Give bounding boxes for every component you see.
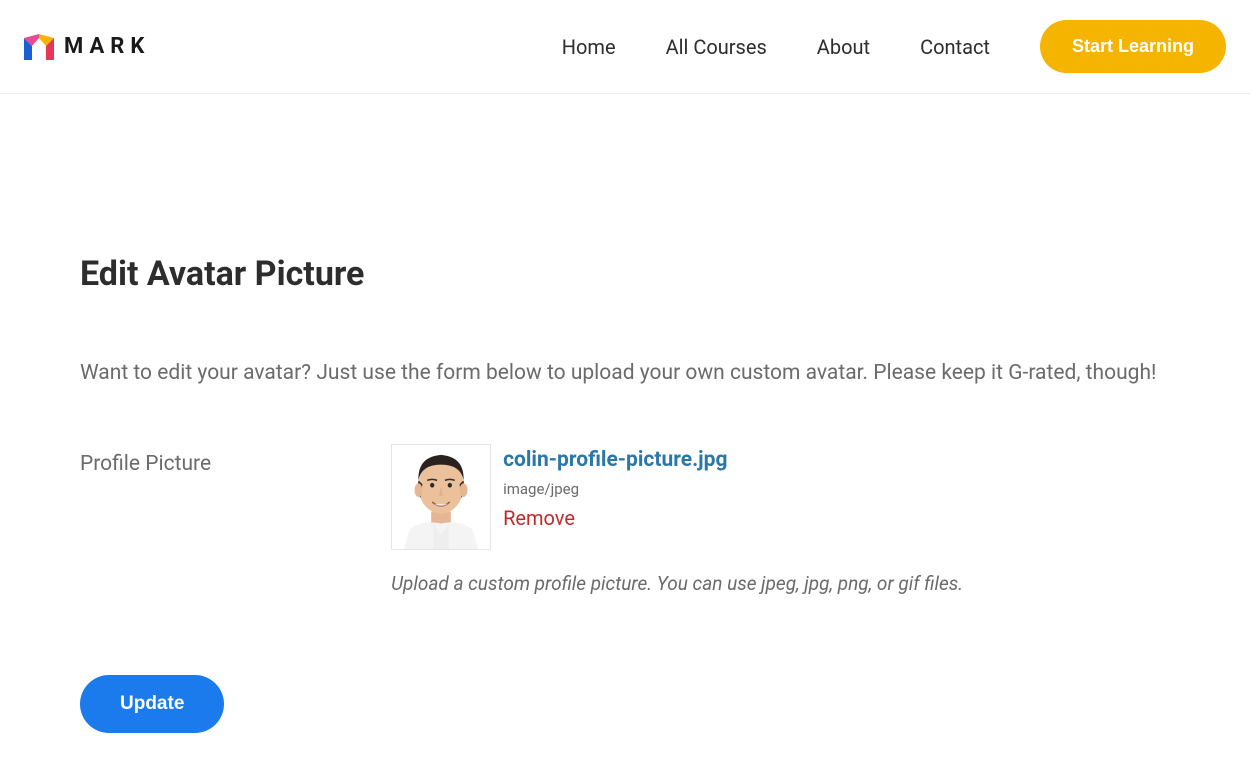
nav-about[interactable]: About — [817, 35, 870, 59]
profile-picture-label: Profile Picture — [80, 444, 211, 476]
file-mime-type: image/jpeg — [503, 480, 727, 498]
remove-file-link[interactable]: Remove — [503, 506, 727, 530]
update-button[interactable]: Update — [80, 675, 224, 733]
page-description: Want to edit your avatar? Just use the f… — [80, 354, 1170, 394]
logo-icon — [24, 34, 54, 60]
main-content: Edit Avatar Picture Want to edit your av… — [0, 94, 1250, 773]
main-nav: Home All Courses About Contact Start Lea… — [562, 20, 1226, 73]
logo-text: MARK — [64, 34, 150, 59]
file-name: colin-profile-picture.jpg — [503, 448, 727, 472]
file-info: colin-profile-picture.jpg image/jpeg Rem… — [503, 444, 727, 530]
nav-contact[interactable]: Contact — [920, 35, 990, 59]
upload-preview: colin-profile-picture.jpg image/jpeg Rem… — [391, 444, 1170, 550]
upload-area: colin-profile-picture.jpg image/jpeg Rem… — [391, 444, 1170, 595]
nav-all-courses[interactable]: All Courses — [666, 35, 767, 59]
profile-picture-row: Profile Picture — [80, 444, 1170, 595]
site-header: MARK Home All Courses About Contact Star… — [0, 0, 1250, 94]
upload-hint: Upload a custom profile picture. You can… — [391, 572, 1170, 595]
start-learning-button[interactable]: Start Learning — [1040, 20, 1226, 73]
nav-home[interactable]: Home — [562, 35, 616, 59]
avatar-preview-image — [391, 444, 491, 550]
page-title: Edit Avatar Picture — [80, 254, 1170, 294]
logo[interactable]: MARK — [24, 34, 150, 60]
